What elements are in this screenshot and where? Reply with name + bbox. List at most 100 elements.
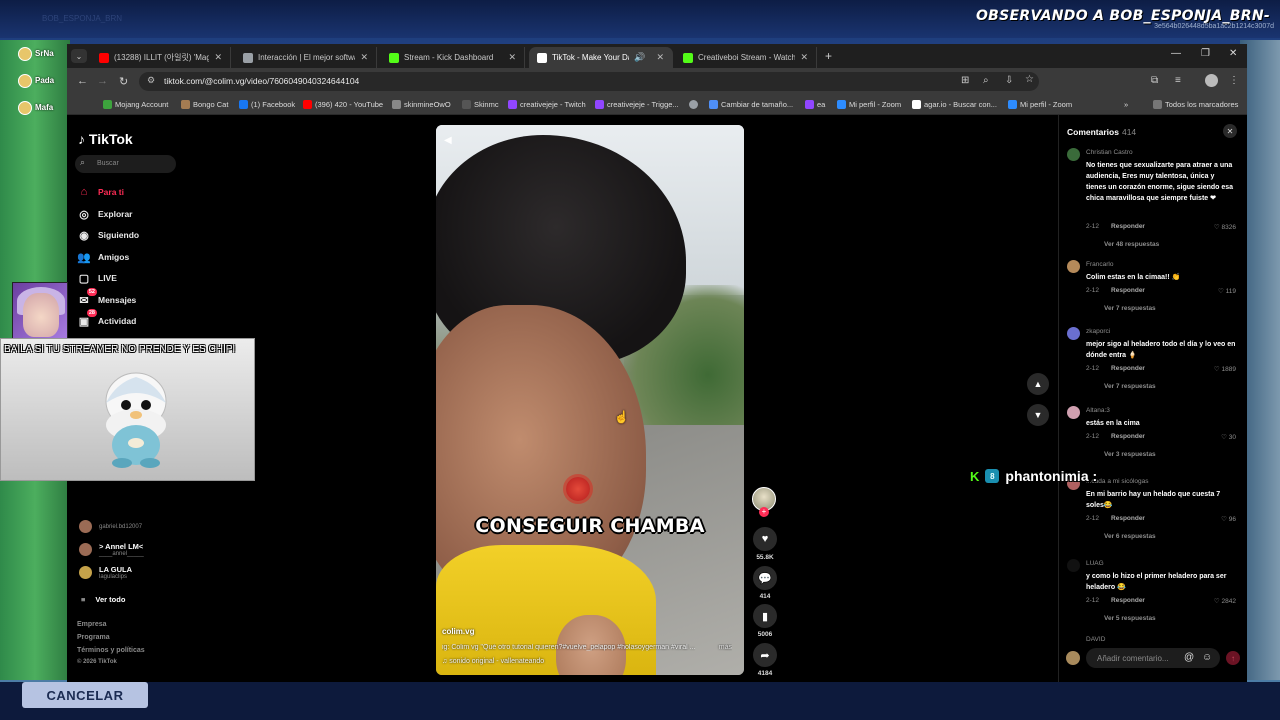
more-link[interactable]: más xyxy=(719,644,732,651)
tab-tiktok[interactable]: TikTok - Make Your Day 🔊 ✕ xyxy=(529,47,673,68)
tab-search-icon[interactable]: ⌄ xyxy=(71,49,87,63)
avatar[interactable] xyxy=(1067,148,1080,161)
tab-creativeboi[interactable]: Creativeboi Stream - Watch Live ✕ xyxy=(675,47,817,68)
nav-following[interactable]: ◉ Siguiendo xyxy=(77,228,139,242)
emoji-icon[interactable]: ☺ xyxy=(1202,652,1212,663)
close-icon[interactable]: ✕ xyxy=(656,52,664,63)
footer-link[interactable]: Términos y políticas xyxy=(77,647,145,654)
address-bar[interactable]: ⚙ tiktok.com/@colim.vg/video/76060490403… xyxy=(139,72,1039,91)
tab-interaccion[interactable]: Interacción | El mejor software ✕ xyxy=(235,47,377,68)
zoom-icon[interactable]: ⌕ xyxy=(983,75,989,86)
comment-user[interactable]: zkaporci xyxy=(1086,328,1110,335)
bookmark-item[interactable]: Mi perfil - Zoom xyxy=(1008,100,1072,109)
bookmark-item[interactable]: Skinmc xyxy=(462,100,499,109)
close-comments-icon[interactable]: ✕ xyxy=(1223,124,1237,138)
tab-youtube[interactable]: (13288) ILLIT (아일릿) 'Magnetic' ✕ xyxy=(91,47,231,68)
bookmark-item[interactable]: creativejeje - Twitch xyxy=(508,100,586,109)
bookmark-item[interactable]: (1) Facebook xyxy=(239,100,295,109)
bookmark-item[interactable]: Mi perfil - Zoom xyxy=(837,100,901,109)
reload-icon[interactable]: ↻ xyxy=(119,75,128,88)
bookmark-item[interactable]: agar.io - Buscar con... xyxy=(912,100,997,109)
close-icon[interactable]: ✕ xyxy=(508,52,516,63)
comment-user[interactable]: LUAG xyxy=(1086,560,1104,567)
follow-plus-icon[interactable]: + xyxy=(759,507,769,517)
save-button[interactable]: ▮ 5006 xyxy=(751,604,779,638)
reply-button[interactable]: Responder xyxy=(1111,365,1145,373)
comment-user[interactable]: Altana:3 xyxy=(1086,407,1110,414)
minimize-icon[interactable]: — xyxy=(1171,48,1181,59)
comment-likes[interactable]: ♡ 96 xyxy=(1221,515,1236,523)
profile-avatar[interactable] xyxy=(1205,74,1218,87)
view-replies[interactable]: Ver 3 respuestas xyxy=(1104,451,1156,458)
video-player[interactable]: ◀ CONSEGUIR CHAMBA colim.vg ig: Colim vg… xyxy=(436,125,744,675)
view-replies[interactable]: Ver 7 respuestas xyxy=(1104,305,1156,312)
bookmark-item[interactable]: skinmineOwO xyxy=(392,100,451,109)
extensions-icon[interactable]: ⧉ xyxy=(1151,75,1158,86)
menu-icon[interactable]: ⋮ xyxy=(1229,75,1239,86)
bookmark-item[interactable]: Cambiar de tamaño... xyxy=(709,100,793,109)
video-username[interactable]: colim.vg xyxy=(442,627,474,636)
close-icon[interactable]: ✕ xyxy=(214,52,222,63)
bookmark-item[interactable] xyxy=(689,100,701,109)
mention-icon[interactable]: @ xyxy=(1184,652,1194,663)
maximize-icon[interactable]: ❐ xyxy=(1201,48,1210,59)
avatar[interactable] xyxy=(1067,406,1080,419)
nav-friends[interactable]: 👥 Amigos xyxy=(77,250,129,264)
more-bookmarks-icon[interactable]: » xyxy=(1124,100,1128,109)
next-video-button[interactable]: ▼ xyxy=(1027,404,1049,426)
reply-button[interactable]: Responder xyxy=(1111,223,1145,231)
view-replies[interactable]: Ver 48 respuestas xyxy=(1104,241,1159,248)
like-button[interactable]: ♥ 55.8K xyxy=(751,527,779,561)
back-icon[interactable]: ← xyxy=(77,75,88,87)
following-account[interactable]: LA GULA lagulaclips xyxy=(79,565,132,580)
new-tab-icon[interactable]: + xyxy=(825,49,832,63)
avatar[interactable] xyxy=(1067,260,1080,273)
view-replies[interactable]: Ver 6 respuestas xyxy=(1104,533,1156,540)
previous-video-button[interactable]: ▲ xyxy=(1027,373,1049,395)
nav-for-you[interactable]: ⌂ Para ti xyxy=(77,185,124,199)
comment-likes[interactable]: ♡ 1889 xyxy=(1214,365,1236,373)
cancel-button[interactable]: CANCELAR xyxy=(22,682,148,708)
volume-icon[interactable]: ◀ xyxy=(444,135,452,146)
search-input[interactable]: ⌕ Buscar xyxy=(75,155,176,173)
bookmark-item[interactable]: Bongo Cat xyxy=(181,100,228,109)
nav-messages[interactable]: ✉ 52 Mensajes xyxy=(77,288,136,307)
speaker-icon[interactable]: 🔊 xyxy=(634,52,645,63)
following-account[interactable]: gabriel.bd12007 xyxy=(79,520,142,533)
comment-user[interactable]: DAVID xyxy=(1086,636,1105,643)
media-icon[interactable]: ≡ xyxy=(1175,75,1181,86)
all-bookmarks[interactable]: Todos los marcadores xyxy=(1153,100,1238,109)
following-account[interactable]: > Annel LM< ____annel_____ xyxy=(79,542,144,557)
reply-button[interactable]: Responder xyxy=(1111,287,1145,295)
comment-input[interactable]: Añadir comentario... @ ☺ xyxy=(1086,648,1220,668)
see-all-link[interactable]: ≡ Ver todo xyxy=(81,595,125,604)
forward-icon[interactable]: → xyxy=(97,75,108,87)
reply-button[interactable]: Responder xyxy=(1111,515,1145,523)
close-window-icon[interactable]: ✕ xyxy=(1229,48,1237,59)
close-icon[interactable]: ✕ xyxy=(800,52,808,63)
reply-button[interactable]: Responder xyxy=(1111,433,1145,441)
bookmark-item[interactable]: Mojang Account xyxy=(103,100,168,109)
view-replies[interactable]: Ver 7 respuestas xyxy=(1104,383,1156,390)
bookmark-item[interactable]: (396) 420 - YouTube xyxy=(303,100,383,109)
install-icon[interactable]: ⇩ xyxy=(1005,75,1013,86)
avatar[interactable] xyxy=(1067,559,1080,572)
bookmark-star-icon[interactable]: ☆ xyxy=(1025,74,1034,85)
video-sound[interactable]: ♫ sonido original - vallenateando xyxy=(442,658,544,665)
nav-explore[interactable]: ◎ Explorar xyxy=(77,207,132,221)
comment-user[interactable]: Francarlo xyxy=(1086,261,1113,268)
translate-icon[interactable]: ⊞ xyxy=(961,75,969,86)
share-button[interactable]: ➦ 4184 xyxy=(751,643,779,677)
comment-likes[interactable]: ♡ 30 xyxy=(1221,433,1236,441)
nav-live[interactable]: ▢ LIVE xyxy=(77,271,117,285)
comment-button[interactable]: 💬 414 xyxy=(751,566,779,600)
bookmark-item[interactable]: creativejeje - Trigge... xyxy=(595,100,679,109)
footer-link[interactable]: Programa xyxy=(77,634,110,641)
avatar[interactable] xyxy=(1067,327,1080,340)
footer-link[interactable]: Empresa xyxy=(77,621,107,628)
comment-likes[interactable]: ♡ 119 xyxy=(1218,287,1236,295)
close-icon[interactable]: ✕ xyxy=(360,52,368,63)
comment-user[interactable]: Christian Castro xyxy=(1086,149,1133,156)
reply-button[interactable]: Responder xyxy=(1111,597,1145,605)
view-replies[interactable]: Ver 5 respuestas xyxy=(1104,615,1156,622)
